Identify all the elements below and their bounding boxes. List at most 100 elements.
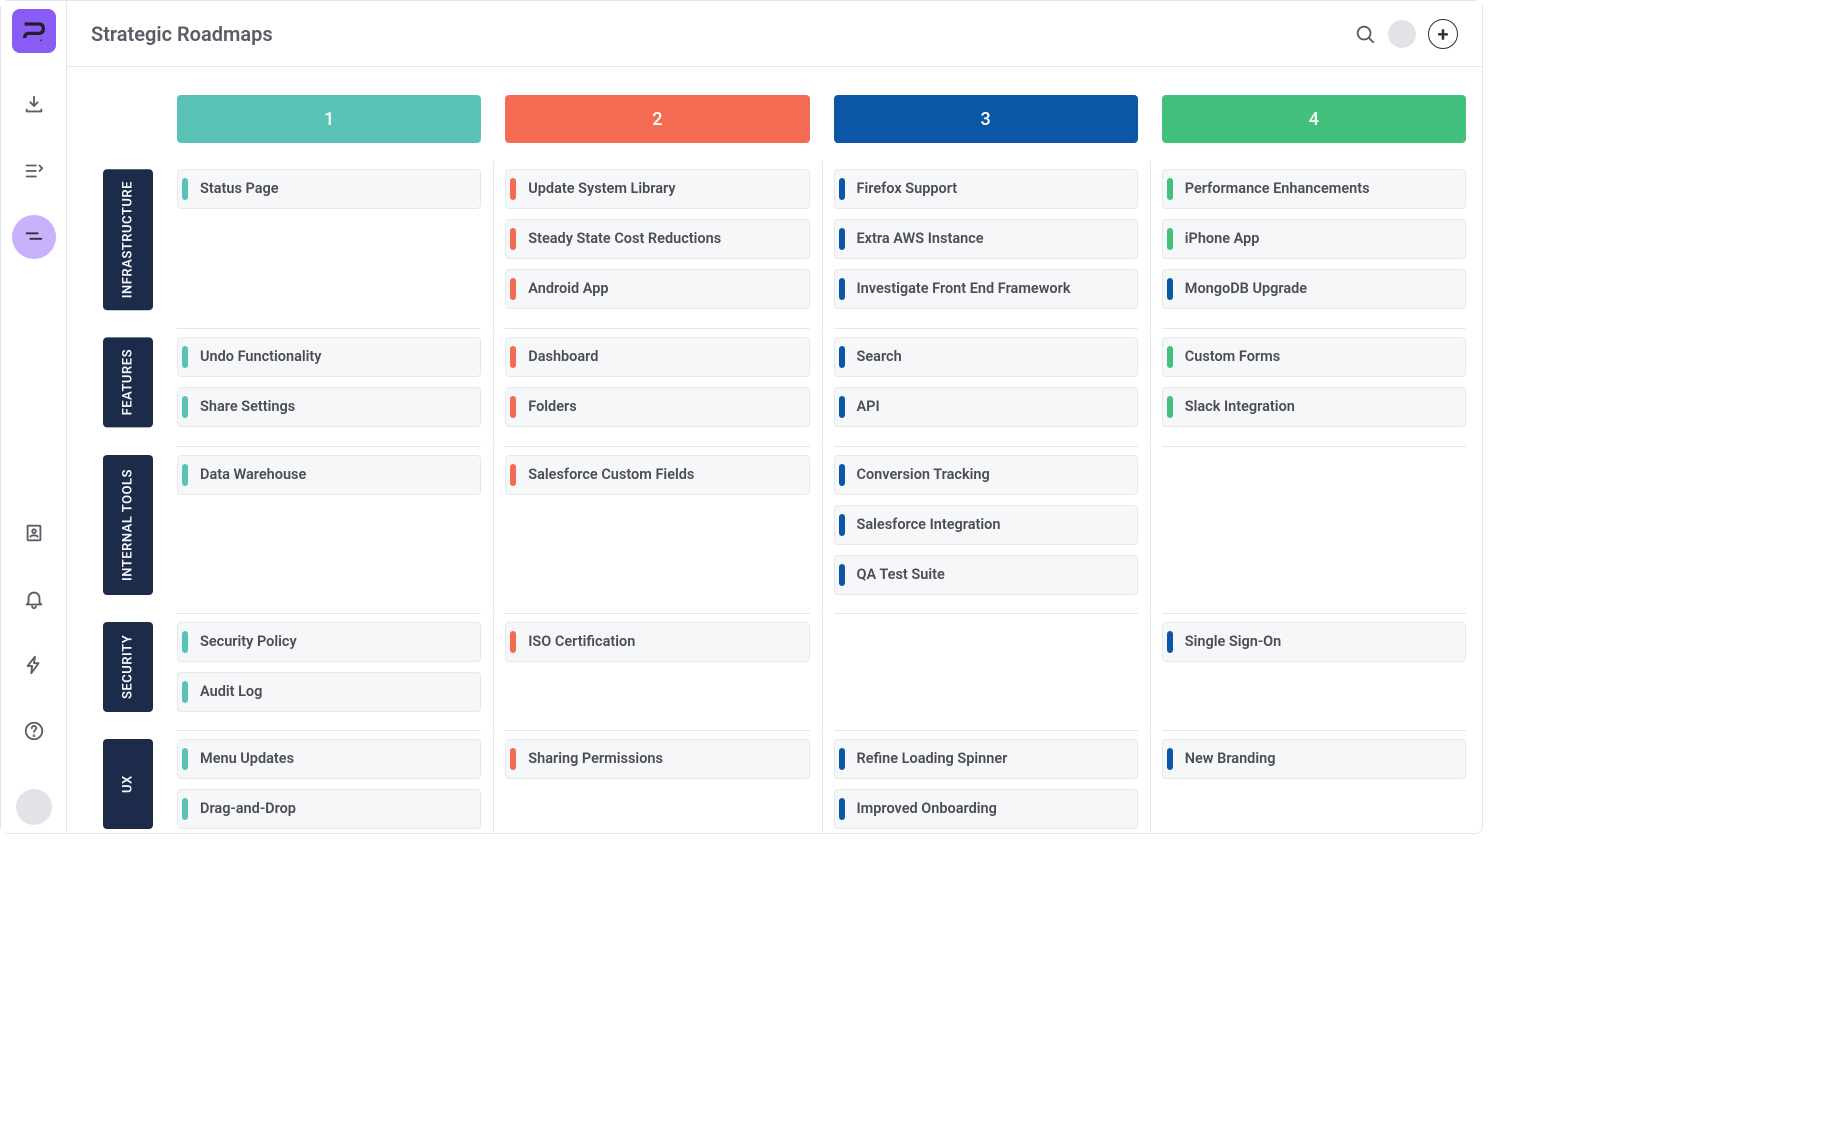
card[interactable]: Dashboard [505, 337, 809, 377]
topbar-avatar[interactable] [1388, 20, 1416, 48]
card[interactable]: Conversion Tracking [834, 455, 1138, 495]
card-title: Custom Forms [1185, 347, 1280, 367]
card-color-tag [1167, 631, 1173, 653]
row-label-infrastructure[interactable]: INFRASTRUCTURE [103, 169, 153, 310]
cell: Firefox Support Extra AWS Instance Investi… [834, 161, 1138, 329]
bolt-icon[interactable] [12, 643, 56, 687]
card[interactable]: iPhone App [1162, 219, 1466, 259]
cell: Custom Forms Slack Integration [1162, 329, 1466, 446]
cell: Refine Loading Spinner Improved Onboardin… [834, 731, 1138, 833]
card[interactable]: Security Policy [177, 622, 481, 662]
card-color-tag [510, 346, 516, 368]
card-color-tag [182, 396, 188, 418]
help-icon[interactable] [12, 709, 56, 753]
card[interactable]: Sharing Permissions [505, 739, 809, 779]
column-header-4[interactable]: 4 [1162, 95, 1466, 143]
card[interactable]: Salesforce Integration [834, 505, 1138, 545]
import-icon[interactable] [12, 83, 56, 127]
card-color-tag [839, 514, 845, 536]
card[interactable]: API [834, 387, 1138, 427]
card[interactable]: Slack Integration [1162, 387, 1466, 427]
card[interactable]: Refine Loading Spinner [834, 739, 1138, 779]
card[interactable]: ISO Certification [505, 622, 809, 662]
column-header-1[interactable]: 1 [177, 95, 481, 143]
card[interactable]: Drag-and-Drop [177, 789, 481, 829]
card[interactable]: New Branding [1162, 739, 1466, 779]
card-title: Extra AWS Instance [857, 229, 984, 249]
user-avatar[interactable] [16, 789, 52, 825]
row-label-security[interactable]: SECURITY [103, 622, 153, 712]
card[interactable]: Update System Library [505, 169, 809, 209]
cell: Sharing Permissions [505, 731, 809, 833]
card-title: API [857, 397, 880, 417]
card-title: Slack Integration [1185, 397, 1295, 417]
cell: Single Sign-On [1162, 614, 1466, 731]
board: 1234 INFRASTRUCTURE Status Page Update Syst… [67, 67, 1482, 833]
card-title: Share Settings [200, 397, 295, 417]
card[interactable]: Custom Forms [1162, 337, 1466, 377]
card-title: Improved Onboarding [857, 799, 997, 819]
card[interactable]: Firefox Support [834, 169, 1138, 209]
card[interactable]: Single Sign-On [1162, 622, 1466, 662]
card-title: Investigate Front End Framework [857, 279, 1071, 299]
card-color-tag [510, 631, 516, 653]
topbar: Strategic Roadmaps + [67, 1, 1482, 67]
search-icon[interactable] [1354, 23, 1376, 45]
card[interactable]: Investigate Front End Framework [834, 269, 1138, 309]
card[interactable]: QA Test Suite [834, 555, 1138, 595]
card-title: MongoDB Upgrade [1185, 279, 1307, 299]
card-color-tag [839, 798, 845, 820]
row-label-internal-tools[interactable]: INTERNAL TOOLS [103, 455, 153, 595]
card[interactable]: Steady State Cost Reductions [505, 219, 809, 259]
sidebar [1, 1, 67, 833]
card-title: Steady State Cost Reductions [528, 229, 721, 249]
card[interactable]: Share Settings [177, 387, 481, 427]
card-color-tag [182, 681, 188, 703]
column-header-3[interactable]: 3 [834, 95, 1138, 143]
card-title: Folders [528, 397, 576, 417]
add-button[interactable]: + [1428, 19, 1458, 49]
card-color-tag [1167, 396, 1173, 418]
notifications-icon[interactable] [12, 577, 56, 621]
card-title: Sharing Permissions [528, 749, 663, 769]
card-title: Firefox Support [857, 179, 958, 199]
card[interactable]: Android App [505, 269, 809, 309]
card[interactable]: Improved Onboarding [834, 789, 1138, 829]
card-color-tag [1167, 748, 1173, 770]
card-color-tag [510, 178, 516, 200]
card-color-tag [182, 464, 188, 486]
row-label-features[interactable]: FEATURES [103, 337, 153, 427]
card-color-tag [182, 631, 188, 653]
card[interactable]: Extra AWS Instance [834, 219, 1138, 259]
card-title: ISO Certification [528, 632, 635, 652]
card-title: Performance Enhancements [1185, 179, 1370, 199]
card[interactable]: Search [834, 337, 1138, 377]
cell: Security Policy Audit Log [177, 614, 481, 731]
contacts-icon[interactable] [12, 511, 56, 555]
card-color-tag [839, 178, 845, 200]
app-logo[interactable] [12, 9, 56, 53]
card[interactable]: Undo Functionality [177, 337, 481, 377]
list-icon[interactable] [12, 149, 56, 193]
roadmap-icon[interactable] [12, 215, 56, 259]
cell: Data Warehouse [177, 447, 481, 614]
card-color-tag [510, 278, 516, 300]
card[interactable]: Data Warehouse [177, 455, 481, 495]
cell: Update System Library Steady State Cost R… [505, 161, 809, 329]
cell: Undo Functionality Share Settings [177, 329, 481, 446]
card-color-tag [1167, 278, 1173, 300]
card[interactable]: Audit Log [177, 672, 481, 712]
cell: Salesforce Custom Fields [505, 447, 809, 614]
card[interactable]: Status Page [177, 169, 481, 209]
card-color-tag [510, 228, 516, 250]
column-header-2[interactable]: 2 [505, 95, 809, 143]
card-title: Menu Updates [200, 749, 294, 769]
card[interactable]: Folders [505, 387, 809, 427]
card[interactable]: MongoDB Upgrade [1162, 269, 1466, 309]
card-title: Conversion Tracking [857, 465, 990, 485]
card[interactable]: Menu Updates [177, 739, 481, 779]
card[interactable]: Performance Enhancements [1162, 169, 1466, 209]
row-label-ux[interactable]: UX [103, 739, 153, 829]
cell: ISO Certification [505, 614, 809, 731]
card[interactable]: Salesforce Custom Fields [505, 455, 809, 495]
